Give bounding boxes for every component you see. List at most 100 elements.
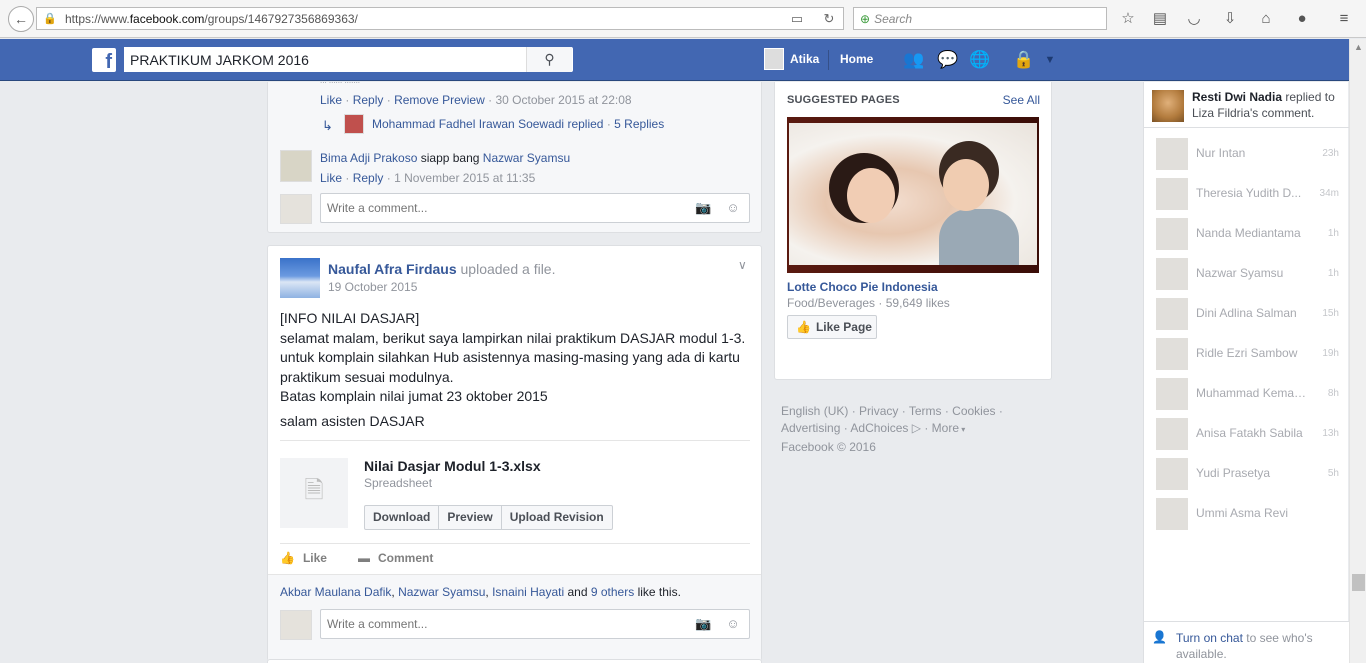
post-feedback: Akbar Maulana Dafik, Nazwar Syamsu, Isna…: [268, 574, 761, 660]
menu-icon[interactable]: ≡: [1334, 9, 1354, 29]
liker-link[interactable]: Isnaini Hayati: [492, 585, 564, 599]
chat-contact[interactable]: Ridle Ezri Sambow 19h: [1144, 334, 1349, 374]
replies-summary[interactable]: Mohammad Fadhel Irawan Soewadi replied ·…: [372, 117, 664, 131]
see-all-link[interactable]: See All: [1003, 93, 1040, 107]
comment-box[interactable]: 📷 ☺: [320, 193, 750, 223]
liker-link[interactable]: Nazwar Syamsu: [398, 585, 485, 599]
turn-on-chat-link[interactable]: Turn on chat: [1176, 631, 1243, 645]
reply-link[interactable]: Reply: [353, 171, 384, 185]
home-icon[interactable]: ⌂: [1256, 9, 1276, 29]
avatar: [1156, 378, 1188, 410]
facebook-search-input[interactable]: [124, 47, 526, 72]
liker-link[interactable]: Akbar Maulana Dafik: [280, 585, 391, 599]
comment-box[interactable]: 📷 ☺: [320, 609, 750, 639]
emoji-icon[interactable]: ☺: [725, 200, 741, 215]
avatar[interactable]: [280, 258, 320, 298]
browser-search-box[interactable]: ⊕ Search: [853, 7, 1107, 30]
footer-link[interactable]: English (UK): [781, 404, 848, 418]
ticker-item[interactable]: Resti Dwi Nadia replied to Liza Fildria'…: [1144, 82, 1349, 128]
truncated-comment-text: ... ...... .......: [320, 76, 361, 85]
camera-icon[interactable]: 📷: [695, 616, 711, 632]
scroll-thumb[interactable]: [1352, 574, 1365, 591]
divider: [280, 543, 750, 544]
suggested-page-name[interactable]: Lotte Choco Pie Indonesia: [787, 280, 938, 294]
emoji-icon[interactable]: ☺: [725, 616, 741, 631]
chat-contact[interactable]: Dini Adlina Salman 15h: [1144, 294, 1349, 334]
chat-contact[interactable]: Nazwar Syamsu 1h: [1144, 254, 1349, 294]
preview-button[interactable]: Preview: [439, 506, 502, 529]
avatar[interactable]: [280, 150, 312, 182]
facebook-search-button[interactable]: ⚲: [526, 47, 572, 72]
mention-link[interactable]: Nazwar Syamsu: [483, 151, 570, 165]
home-link[interactable]: Home: [840, 52, 873, 66]
others-link[interactable]: 9 others: [591, 585, 634, 599]
avatar: [1156, 298, 1188, 330]
camera-icon[interactable]: 📷: [695, 200, 711, 216]
reader-view-icon[interactable]: ▭: [789, 11, 805, 27]
chat-contact[interactable]: Nanda Mediantama 1h: [1144, 214, 1349, 254]
comment-timestamp[interactable]: 1 November 2015 at 11:35: [394, 171, 535, 185]
account-dropdown-icon[interactable]: ▼: [1038, 49, 1062, 71]
messages-icon[interactable]: 💬: [936, 49, 960, 71]
comment-input[interactable]: [321, 610, 681, 638]
avatar: [1156, 418, 1188, 450]
footer-link[interactable]: AdChoices: [850, 421, 908, 435]
upload-revision-button[interactable]: Upload Revision: [502, 506, 612, 529]
remove-preview-link[interactable]: Remove Preview: [394, 93, 485, 107]
post-line: Batas komplain nilai jumat 23 oktober 20…: [280, 388, 548, 404]
footer-link[interactable]: Advertising: [781, 421, 840, 435]
facebook-search[interactable]: ⚲: [124, 47, 573, 72]
like-link[interactable]: Like: [320, 93, 342, 107]
comment-input[interactable]: [321, 194, 681, 222]
post-date[interactable]: 19 October 2015: [328, 280, 417, 294]
friend-requests-icon[interactable]: 👥: [902, 49, 926, 71]
scrollbar[interactable]: ▲: [1349, 39, 1366, 663]
footer-link[interactable]: More: [932, 421, 959, 435]
chat-contact[interactable]: Anisa Fatakh Sabila 13h: [1144, 414, 1349, 454]
chat-contact[interactable]: Muhammad Kemas ... 8h: [1144, 374, 1349, 414]
footer-link[interactable]: Cookies: [952, 404, 995, 418]
file-name[interactable]: Nilai Dasjar Modul 1-3.xlsx: [364, 458, 541, 474]
post-line: untuk komplain silahkan Hub asistennya m…: [280, 349, 740, 385]
comment-actions: Like · Reply · 1 November 2015 at 11:35: [320, 171, 536, 185]
avatar: [1156, 218, 1188, 250]
chat-contact[interactable]: Nur Intan 23h: [1144, 134, 1349, 174]
like-link[interactable]: Like: [320, 171, 342, 185]
post-line: [INFO NILAI DASJAR]: [280, 310, 420, 326]
reload-icon[interactable]: ↻: [821, 11, 837, 27]
chevron-down-icon[interactable]: ∨: [738, 258, 747, 272]
scroll-up-icon[interactable]: ▲: [1350, 39, 1366, 56]
post-author[interactable]: Naufal Afra Firdaus: [328, 261, 457, 277]
like-button[interactable]: 👍 Like: [280, 551, 327, 565]
avatar[interactable]: [344, 114, 364, 134]
suggested-page-image[interactable]: [787, 117, 1039, 273]
chat-contact[interactable]: Theresia Yudith D... 34m: [1144, 174, 1349, 214]
thumbs-up-icon: 👍: [280, 551, 295, 565]
bookmark-star-icon[interactable]: ☆: [1118, 9, 1138, 29]
like-page-button[interactable]: 👍 Like Page: [787, 315, 877, 339]
privacy-lock-icon[interactable]: 🔒: [1012, 49, 1036, 71]
reply-link[interactable]: Reply: [353, 93, 384, 107]
avatar: [1156, 498, 1188, 530]
chat-bubble-icon[interactable]: ●: [1292, 9, 1312, 29]
downloads-icon[interactable]: ⇩: [1220, 9, 1240, 29]
footer-link[interactable]: Terms: [909, 404, 942, 418]
facebook-logo[interactable]: f: [92, 48, 116, 73]
next-post: [267, 659, 762, 663]
commenter-name[interactable]: Bima Adji Prakoso: [320, 151, 417, 165]
post-action: uploaded a file.: [460, 261, 556, 277]
back-button[interactable]: ←: [8, 6, 34, 32]
profile-link[interactable]: Atika: [764, 48, 819, 70]
profile-name: Atika: [790, 52, 820, 66]
comment-timestamp[interactable]: 30 October 2015 at 22:08: [495, 93, 631, 107]
file-thumbnail[interactable]: 🗎: [280, 458, 348, 528]
address-bar[interactable]: 🔒 https://www.facebook.com/groups/146792…: [36, 7, 844, 30]
chat-contact[interactable]: Yudi Prasetya 5h: [1144, 454, 1349, 494]
bookmarks-list-icon[interactable]: ▤: [1150, 9, 1170, 29]
comment-button[interactable]: ▬ Comment: [358, 551, 433, 565]
pocket-icon[interactable]: ◡: [1184, 9, 1204, 29]
download-button[interactable]: Download: [365, 506, 440, 529]
chat-contact[interactable]: Ummi Asma Revi: [1144, 494, 1349, 534]
notifications-globe-icon[interactable]: 🌐: [968, 49, 992, 71]
footer-link[interactable]: Privacy: [859, 404, 898, 418]
